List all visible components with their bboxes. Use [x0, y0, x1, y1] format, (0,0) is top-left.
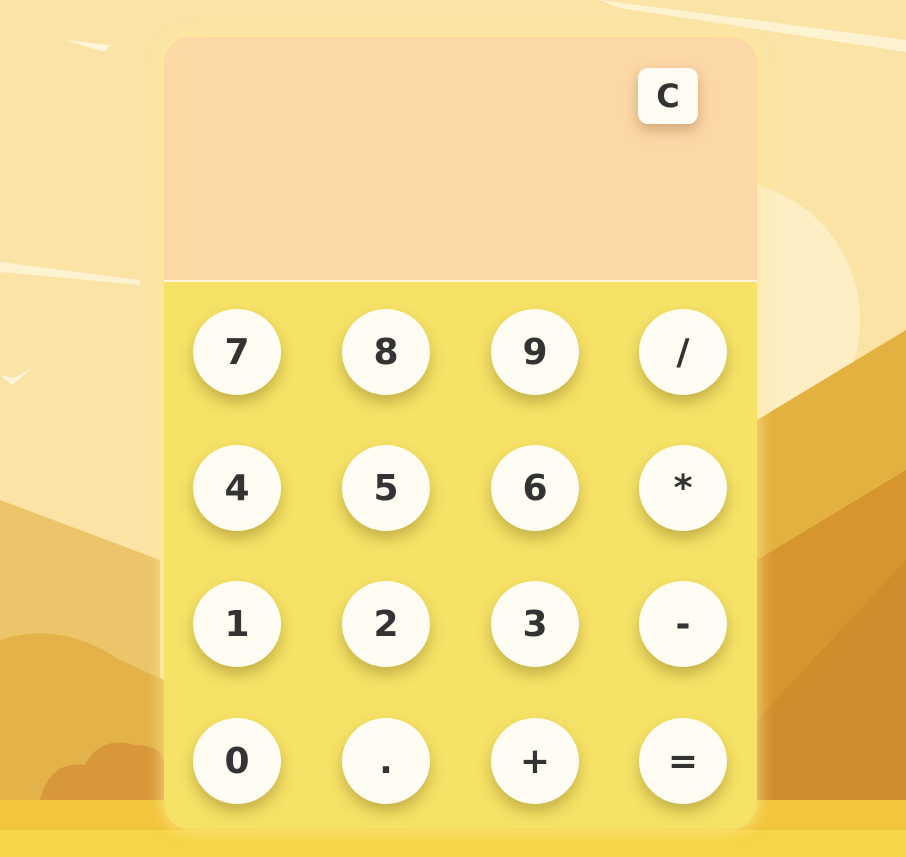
key-subtract[interactable]: - [639, 581, 727, 667]
clear-button[interactable]: C [638, 68, 698, 124]
key-divide[interactable]: / [639, 309, 727, 395]
key-multiply[interactable]: * [639, 445, 727, 531]
background-scene: C 7 8 9 / 4 5 6 * 1 2 3 - 0 . + = [0, 0, 906, 857]
key-8[interactable]: 8 [342, 309, 430, 395]
calculator: C 7 8 9 / 4 5 6 * 1 2 3 - 0 . + = [164, 37, 757, 829]
key-2[interactable]: 2 [342, 581, 430, 667]
calculator-display: C [164, 37, 757, 282]
key-4[interactable]: 4 [193, 445, 281, 531]
key-7[interactable]: 7 [193, 309, 281, 395]
key-9[interactable]: 9 [491, 309, 579, 395]
key-1[interactable]: 1 [193, 581, 281, 667]
key-5[interactable]: 5 [342, 445, 430, 531]
key-3[interactable]: 3 [491, 581, 579, 667]
key-equals[interactable]: = [639, 718, 727, 804]
key-decimal[interactable]: . [342, 718, 430, 804]
key-add[interactable]: + [491, 718, 579, 804]
key-6[interactable]: 6 [491, 445, 579, 531]
calculator-keypad: 7 8 9 / 4 5 6 * 1 2 3 - 0 . + = [164, 282, 757, 829]
key-0[interactable]: 0 [193, 718, 281, 804]
